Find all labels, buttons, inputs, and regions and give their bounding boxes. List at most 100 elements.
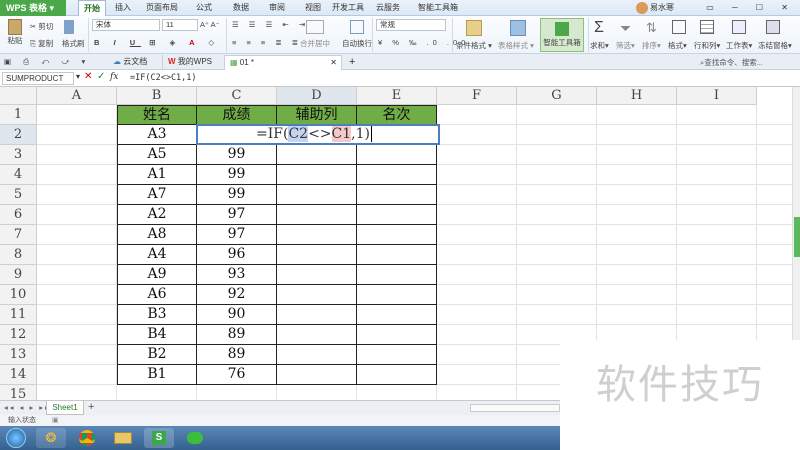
menu-item-4[interactable]: 数据 bbox=[224, 0, 258, 16]
table-cell-score[interactable]: 96 bbox=[197, 245, 277, 265]
table-cell-score[interactable]: 89 bbox=[197, 345, 277, 365]
column-header-I[interactable]: I bbox=[677, 87, 757, 105]
font-name-select[interactable]: 宋体 bbox=[92, 19, 160, 31]
align-top-buttons[interactable]: ☰ ☰ ☰ ⇤ ⇥ bbox=[232, 20, 309, 29]
wps-sheet-taskbar-icon[interactable]: S bbox=[144, 428, 174, 448]
row-col-button[interactable]: 行和列▾ bbox=[694, 40, 720, 51]
table-cell-rank[interactable] bbox=[357, 165, 437, 185]
table-cell-rank[interactable] bbox=[357, 245, 437, 265]
menu-item-1[interactable]: 插入 bbox=[106, 0, 140, 16]
font-style-buttons[interactable]: B I U ⊞ ◈ A ◇ bbox=[94, 38, 220, 47]
table-cell-score[interactable]: 92 bbox=[197, 285, 277, 305]
menu-item-3[interactable]: 公式 bbox=[186, 0, 222, 16]
row-header-7[interactable]: 7 bbox=[0, 225, 37, 245]
row-header-11[interactable]: 11 bbox=[0, 305, 37, 325]
tab-document[interactable]: ▦ 01 * ✕ bbox=[224, 55, 342, 70]
row-header-4[interactable]: 4 bbox=[0, 165, 37, 185]
table-cell-helper[interactable] bbox=[277, 265, 357, 285]
menu-item-2[interactable]: 页面布局 bbox=[140, 0, 184, 16]
column-header-F[interactable]: F bbox=[437, 87, 517, 105]
filter-button[interactable]: 筛选▾ bbox=[616, 40, 635, 51]
row-header-15[interactable]: 15 bbox=[0, 385, 37, 400]
table-style-button[interactable]: 表格样式 ▾ bbox=[498, 40, 534, 51]
table-cell-name[interactable]: B4 bbox=[117, 325, 197, 345]
sheet-tab[interactable]: Sheet1 bbox=[46, 401, 84, 415]
table-cell-score[interactable]: 97 bbox=[197, 225, 277, 245]
chrome-icon[interactable] bbox=[72, 428, 102, 448]
taskbar-smart-icon[interactable]: ❂ bbox=[36, 428, 66, 448]
paste-button[interactable]: 粘贴 bbox=[4, 19, 26, 46]
cut-button[interactable]: ✂ 剪切 bbox=[30, 21, 53, 32]
sheet-nav-arrows[interactable]: ◂◂ ◂ ▸ ▸▸ bbox=[4, 403, 51, 412]
table-cell-rank[interactable] bbox=[357, 365, 437, 385]
table-cell-score[interactable]: 99 bbox=[197, 145, 277, 165]
menu-item-5[interactable]: 审阅 bbox=[260, 0, 294, 16]
menu-item-6[interactable]: 视图 bbox=[296, 0, 330, 16]
row-header-14[interactable]: 14 bbox=[0, 365, 37, 385]
table-cell-name[interactable]: A8 bbox=[117, 225, 197, 245]
table-cell-score[interactable]: 90 bbox=[197, 305, 277, 325]
select-all-corner[interactable] bbox=[0, 87, 37, 105]
format-brush-button[interactable]: 格式刷 bbox=[62, 38, 85, 49]
smart-toolbox-button[interactable]: 智能工具箱 bbox=[540, 18, 584, 52]
table-cell-name[interactable]: A7 bbox=[117, 185, 197, 205]
column-header-C[interactable]: C bbox=[197, 87, 277, 105]
app-menu-button[interactable]: WPS 表格 ▾ bbox=[0, 0, 66, 16]
number-format-select[interactable]: 常规 bbox=[376, 19, 446, 31]
table-cell-helper[interactable] bbox=[277, 285, 357, 305]
horizontal-scrollbar[interactable] bbox=[470, 404, 560, 412]
table-cell-name[interactable]: A1 bbox=[117, 165, 197, 185]
row-header-6[interactable]: 6 bbox=[0, 205, 37, 225]
row-header-2[interactable]: 2 bbox=[0, 125, 37, 145]
table-cell-helper[interactable] bbox=[277, 245, 357, 265]
table-cell-score[interactable]: 97 bbox=[197, 205, 277, 225]
table-cell-name[interactable]: B2 bbox=[117, 345, 197, 365]
sum-button[interactable]: 求和▾ bbox=[590, 40, 609, 51]
close-tab-icon[interactable]: ✕ bbox=[330, 56, 337, 70]
cancel-icon[interactable]: ✕ bbox=[84, 71, 92, 82]
search-commands[interactable]: ⌕查找命令、搜索... bbox=[700, 57, 763, 68]
table-cell-rank[interactable] bbox=[357, 265, 437, 285]
table-cell-score[interactable]: 93 bbox=[197, 265, 277, 285]
table-cell-name[interactable]: A6 bbox=[117, 285, 197, 305]
worksheet-button[interactable]: 工作表▾ bbox=[726, 40, 752, 51]
tab-cloud-docs[interactable]: ☁ 云文档 bbox=[108, 55, 152, 70]
wechat-icon[interactable] bbox=[180, 428, 210, 448]
table-cell-helper[interactable] bbox=[277, 165, 357, 185]
table-cell-rank[interactable] bbox=[357, 185, 437, 205]
font-size-select[interactable]: 11 bbox=[162, 19, 198, 31]
row-header-1[interactable]: 1 bbox=[0, 105, 37, 125]
sort-button[interactable]: 排序▾ bbox=[642, 40, 661, 51]
column-header-G[interactable]: G bbox=[517, 87, 597, 105]
formula-input[interactable]: =IF(C2<>C1,1) bbox=[130, 73, 197, 83]
table-cell-name[interactable]: B1 bbox=[117, 365, 197, 385]
table-cell-name[interactable]: A5 bbox=[117, 145, 197, 165]
table-cell-name[interactable]: A2 bbox=[117, 205, 197, 225]
align-bottom-buttons[interactable]: ≡ ≡ ≡ ≣ ≣ bbox=[232, 38, 302, 47]
table-cell-name[interactable]: B3 bbox=[117, 305, 197, 325]
column-header-D[interactable]: D bbox=[277, 87, 357, 105]
name-box[interactable]: SUMPRODUCT bbox=[2, 72, 74, 85]
table-cell-score[interactable]: 89 bbox=[197, 325, 277, 345]
add-sheet-button[interactable]: + bbox=[88, 401, 94, 413]
column-header-B[interactable]: B bbox=[117, 87, 197, 105]
row-header-9[interactable]: 9 bbox=[0, 265, 37, 285]
table-cell-helper[interactable] bbox=[277, 205, 357, 225]
row-header-10[interactable]: 10 bbox=[0, 285, 37, 305]
row-header-12[interactable]: 12 bbox=[0, 325, 37, 345]
scrollbar-thumb[interactable] bbox=[794, 217, 800, 257]
table-cell-rank[interactable] bbox=[357, 305, 437, 325]
font-grow-shrink[interactable]: A⁺ A⁻ bbox=[200, 20, 220, 29]
row-header-8[interactable]: 8 bbox=[0, 245, 37, 265]
conditional-format-button[interactable]: 条件格式 ▾ bbox=[456, 40, 492, 51]
format-button[interactable]: 格式▾ bbox=[668, 40, 687, 51]
table-cell-rank[interactable] bbox=[357, 145, 437, 165]
new-tab-button[interactable]: + bbox=[344, 55, 360, 70]
table-cell-rank[interactable] bbox=[357, 225, 437, 245]
table-cell-rank[interactable] bbox=[357, 345, 437, 365]
table-cell-helper[interactable] bbox=[277, 365, 357, 385]
window-controls[interactable]: ▭ ─ ☐ ✕ bbox=[706, 3, 796, 12]
table-cell-helper[interactable] bbox=[277, 345, 357, 365]
freeze-panes-button[interactable]: 冻结窗格▾ bbox=[758, 40, 792, 51]
table-cell-name[interactable]: A9 bbox=[117, 265, 197, 285]
